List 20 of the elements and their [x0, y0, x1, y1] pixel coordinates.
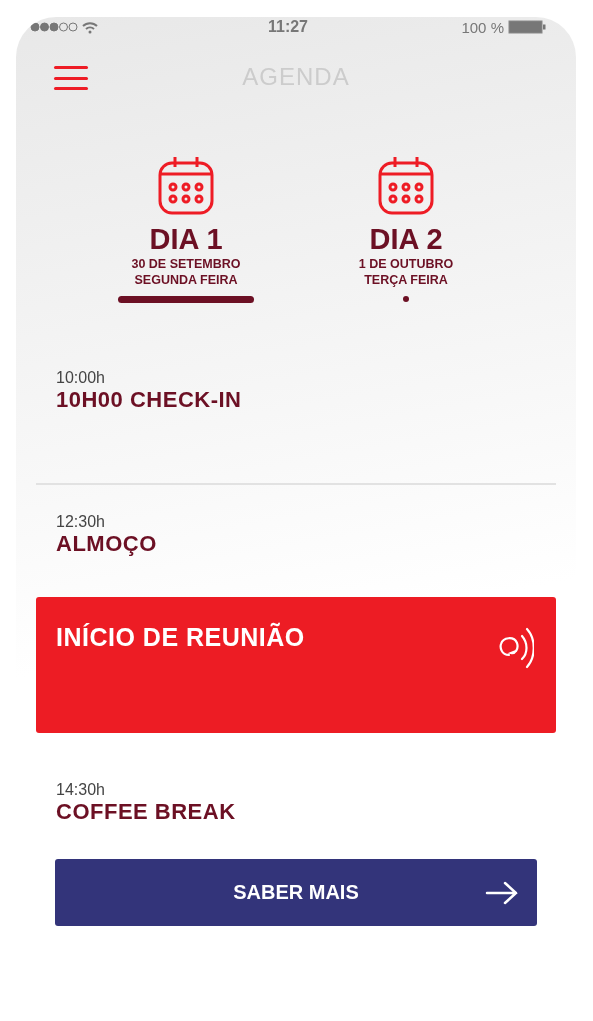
battery-percent: 100 %	[461, 18, 504, 36]
calendar-icon	[157, 155, 215, 215]
event-title: COFFEE BREAK	[56, 799, 237, 825]
battery-icon	[508, 20, 546, 34]
status-time: 11:27	[267, 18, 308, 36]
event-card[interactable]: INÍCIO DE REUNIÃO	[36, 597, 556, 733]
event-time: 12:30h	[56, 513, 106, 531]
event-title: INÍCIO DE REUNIÃO	[56, 623, 305, 652]
arrow-right-icon	[485, 881, 519, 905]
calendar-icon	[377, 155, 435, 215]
event-time: 14:30h	[56, 781, 106, 799]
signal-icon	[30, 22, 78, 32]
more-button[interactable]: SABER MAIS	[55, 859, 537, 926]
wifi-icon	[82, 20, 98, 34]
day-tab[interactable]: DIA 2 1 DE OUTUBRO TERÇA FEIRA	[326, 155, 486, 303]
event-title: ALMOÇO	[56, 531, 158, 557]
menu-button[interactable]	[54, 66, 88, 90]
event-title: 10H00 CHECK-IN	[56, 387, 243, 413]
event-time: 10:00h	[56, 369, 106, 387]
day-tab[interactable]: DIA 1 30 DE SETEMBRO SEGUNDA FEIRA	[106, 155, 266, 303]
